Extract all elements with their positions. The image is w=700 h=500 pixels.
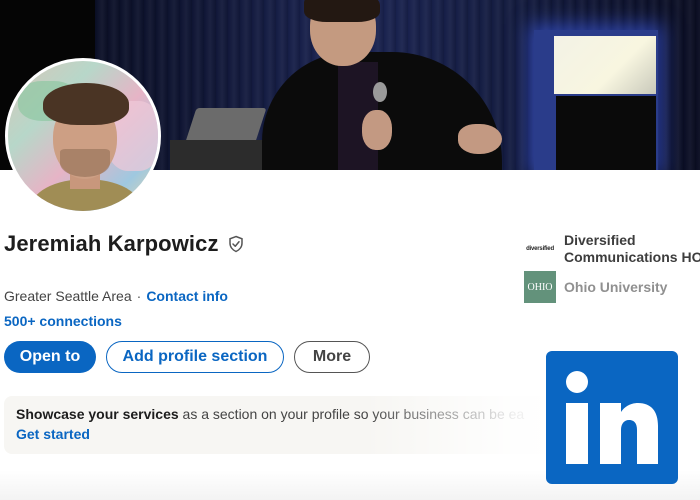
showcase-services-card: Showcase your services as a section on y… [4, 396, 564, 454]
company-name-line: Diversified [564, 232, 636, 248]
add-profile-section-button[interactable]: Add profile section [106, 341, 284, 373]
cover-monitor-dark [556, 96, 656, 170]
showcase-fade-overlay [364, 396, 564, 454]
avatar-beard [60, 149, 110, 177]
company-diversified[interactable]: diversified Diversified Communications H… [524, 232, 700, 266]
profile-avatar[interactable] [5, 58, 161, 214]
cover-monitor-screen [554, 36, 656, 94]
profile-location-row: Greater Seattle Area · Contact info [4, 288, 228, 304]
linkedin-logo-i [566, 403, 588, 464]
cover-speaker-gesture-hand [458, 124, 502, 154]
linkedin-logo-n [600, 403, 658, 464]
showcase-bold-text: Showcase your services [16, 406, 179, 422]
avatar-hair [43, 83, 129, 125]
profile-name: Jeremiah Karpowicz [4, 231, 219, 256]
cover-speaker-hair [304, 0, 380, 22]
more-button[interactable]: More [294, 341, 370, 373]
ohio-university-logo: OHIO [524, 271, 556, 303]
linkedin-icon [546, 351, 678, 484]
contact-info-link[interactable]: Contact info [146, 288, 228, 304]
linkedin-logo-dot [566, 371, 588, 393]
profile-name-row: Jeremiah Karpowicz [4, 231, 245, 257]
separator-dot: · [136, 288, 142, 304]
school-ohio-university[interactable]: OHIO Ohio University [524, 271, 700, 303]
company-name: Diversified Communications HO [564, 232, 700, 266]
cover-speaker-hand [362, 110, 392, 150]
cover-microphone [373, 82, 387, 102]
profile-location: Greater Seattle Area [4, 288, 132, 304]
company-name-line: Communications HO [564, 249, 700, 265]
connections-link[interactable]: 500+ connections [4, 313, 122, 329]
verified-shield-icon[interactable] [227, 235, 245, 253]
profile-actions: Open to Add profile section More [4, 341, 370, 373]
open-to-button[interactable]: Open to [4, 341, 96, 373]
school-name: Ohio University [564, 278, 668, 295]
diversified-logo: diversified [526, 246, 554, 252]
